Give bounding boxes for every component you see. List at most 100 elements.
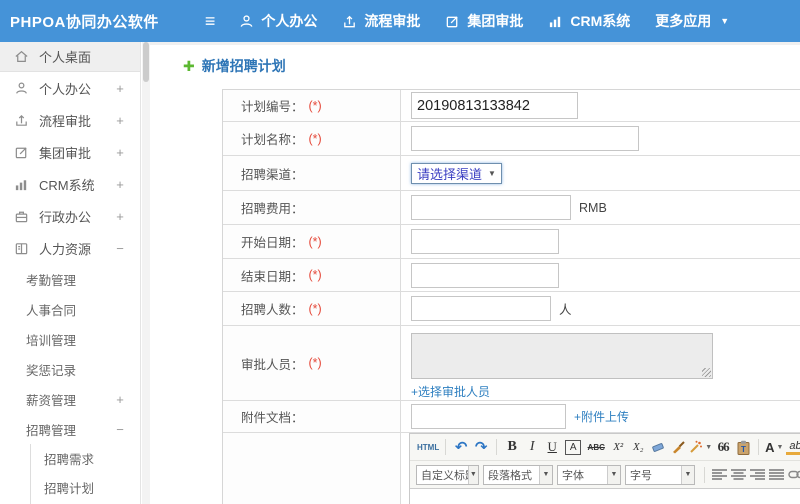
caret-down-icon: ▼ (681, 465, 694, 484)
align-center-icon[interactable] (731, 468, 746, 481)
link-icon[interactable] (788, 469, 800, 480)
nav-group-approval[interactable]: 集团审批 (445, 11, 523, 31)
field-label: 招聘渠道： (241, 167, 304, 182)
recruitment-submenu: 招聘需求 招聘计划 人才库 (30, 444, 140, 504)
font-color-button[interactable]: A ▼ (765, 437, 783, 457)
expand-toggle[interactable]: + (115, 113, 125, 128)
sidebar-scrollbar[interactable] (142, 42, 150, 504)
rich-text-editor: HTML ↶ ↷ B I U A ABC X² X₂ ▼ 66 T A ▼ a … (409, 433, 800, 504)
redo-icon[interactable]: ↷ (472, 437, 490, 457)
field-label: 开始日期： (241, 236, 304, 250)
required-mark: (*) (308, 301, 322, 316)
undo-icon[interactable]: ↶ (452, 437, 470, 457)
nav-label: 更多应用 (655, 13, 712, 29)
caret-down-icon: ▼ (539, 465, 552, 484)
select-approver-link[interactable]: +选择审批人员 (411, 383, 490, 400)
start-date-input[interactable] (411, 229, 559, 254)
html-source-button[interactable]: HTML (417, 437, 439, 457)
field-label: 计划编号： (241, 100, 304, 114)
align-justify-icon[interactable] (769, 468, 784, 481)
toolbar-separator (496, 439, 498, 455)
expand-toggle[interactable]: + (115, 392, 125, 407)
sidebar-item-personal-office[interactable]: 个人办公 + (0, 72, 140, 104)
fee-unit: RMB (579, 200, 607, 215)
field-label: 计划名称： (241, 133, 304, 147)
sidebar-item-recruitment[interactable]: 招聘管理 − (0, 414, 140, 444)
headcount-input[interactable] (411, 296, 551, 321)
sidebar-item-salary[interactable]: 薪资管理 + (0, 384, 140, 414)
editor-content-area[interactable] (410, 488, 800, 504)
field-label: 招聘人数： (241, 303, 304, 317)
highlight-color-button[interactable]: ab ▼ (785, 437, 800, 457)
scrollbar-thumb[interactable] (143, 42, 149, 82)
plan-name-input[interactable] (411, 126, 639, 151)
paragraph-format-dropdown[interactable]: 段落格式 ▼ (483, 464, 553, 485)
sidebar-item-personal-desktop[interactable]: 个人桌面 (0, 42, 140, 72)
sidebar-item-admin-office[interactable]: 行政办公 + (0, 200, 140, 232)
home-icon (14, 49, 30, 65)
subscript-button[interactable]: X₂ (629, 437, 647, 457)
format-brush-icon[interactable] (669, 437, 687, 457)
collapse-toggle[interactable]: − (115, 241, 125, 256)
expand-toggle[interactable]: + (115, 209, 125, 224)
resize-grip-icon[interactable] (702, 368, 711, 377)
sidebar-item-rewards[interactable]: 奖惩记录 (0, 354, 140, 384)
caret-down-icon: ▼ (720, 16, 730, 26)
underline-button[interactable]: U (543, 437, 561, 457)
end-date-input[interactable] (411, 262, 559, 288)
sidebar-item-group-approval[interactable]: 集团审批 + (0, 136, 140, 168)
font-family-dropdown[interactable]: 字体 ▼ (557, 464, 621, 485)
sidebar-item-recruit-plan[interactable]: 招聘计划 (31, 473, 140, 502)
sidebar-item-crm-system[interactable]: CRM系统 + (0, 168, 140, 200)
main-content: ✚ 新增招聘计划 计划编号： (*) 计划名称： (*) (150, 42, 800, 504)
user-icon (239, 14, 254, 29)
expand-toggle[interactable]: + (115, 145, 125, 160)
headcount-unit: 人 (559, 303, 572, 317)
editor-row-label (223, 433, 401, 504)
hamburger-icon[interactable]: ≡ (205, 12, 216, 30)
align-right-icon[interactable] (750, 468, 765, 481)
nav-label: 流程审批 (364, 13, 421, 29)
superscript-button[interactable]: X² (609, 437, 627, 457)
caret-down-icon: ▼ (607, 465, 620, 484)
nav-label: CRM系统 (570, 13, 631, 29)
nav-workflow-approval[interactable]: 流程审批 (342, 11, 420, 31)
fee-input[interactable] (411, 195, 571, 220)
strikethrough-button[interactable]: ABC (585, 437, 607, 457)
plan-number-input[interactable] (411, 92, 578, 119)
collapse-toggle[interactable]: − (115, 422, 125, 437)
required-mark: (*) (308, 268, 322, 282)
autoformat-wand-icon[interactable]: ▼ (689, 437, 712, 457)
toolbar-separator (445, 439, 447, 455)
align-left-icon[interactable] (712, 468, 727, 481)
sidebar-item-human-resources[interactable]: 人力资源 − (0, 232, 140, 264)
top-navbar: PHPOA协同办公软件 ≡ 个人办公 流程审批 集团审批 CRM系统 更多应用 … (0, 0, 800, 42)
nav-more-apps[interactable]: 更多应用 ▼ (655, 11, 729, 31)
font-size-dropdown[interactable]: 字号 ▼ (625, 464, 695, 485)
approver-textarea[interactable] (411, 333, 713, 379)
sidebar-item-workflow-approval[interactable]: 流程审批 + (0, 104, 140, 136)
autotypeset-button[interactable]: A (565, 439, 582, 455)
expand-toggle[interactable]: + (115, 177, 125, 192)
sidebar: 个人桌面 个人办公 + 流程审批 + 集团审批 + CRM系统 + 行政办公 +… (0, 42, 141, 504)
channel-select[interactable]: 请选择渠道 ▼ (411, 162, 502, 184)
attachment-input[interactable] (411, 404, 566, 429)
sidebar-item-recruit-demand[interactable]: 招聘需求 (31, 444, 140, 473)
form-row-editor: HTML ↶ ↷ B I U A ABC X² X₂ ▼ 66 T A ▼ a … (223, 433, 800, 504)
blockquote-button[interactable]: 66 (714, 437, 732, 457)
sidebar-item-training[interactable]: 培训管理 (0, 324, 140, 354)
bold-button[interactable]: B (503, 437, 521, 457)
app-window: PHPOA协同办公软件 ≡ 个人办公 流程审批 集团审批 CRM系统 更多应用 … (0, 0, 800, 504)
nav-personal-office[interactable]: 个人办公 (239, 11, 317, 31)
expand-toggle[interactable]: + (115, 81, 125, 96)
custom-title-dropdown[interactable]: 自定义标题 ▼ (416, 464, 479, 485)
eraser-icon[interactable] (649, 437, 667, 457)
sidebar-item-hr-contract[interactable]: 人事合同 (0, 294, 140, 324)
nav-crm-system[interactable]: CRM系统 (548, 11, 630, 31)
attachment-upload-link[interactable]: +附件上传 (574, 408, 629, 425)
sidebar-item-attendance[interactable]: 考勤管理 (0, 264, 140, 294)
form-row-plan-name: 计划名称： (*) (223, 122, 800, 156)
chart-icon (548, 14, 563, 29)
paste-text-icon[interactable]: T (734, 437, 752, 457)
italic-button[interactable]: I (523, 437, 541, 457)
